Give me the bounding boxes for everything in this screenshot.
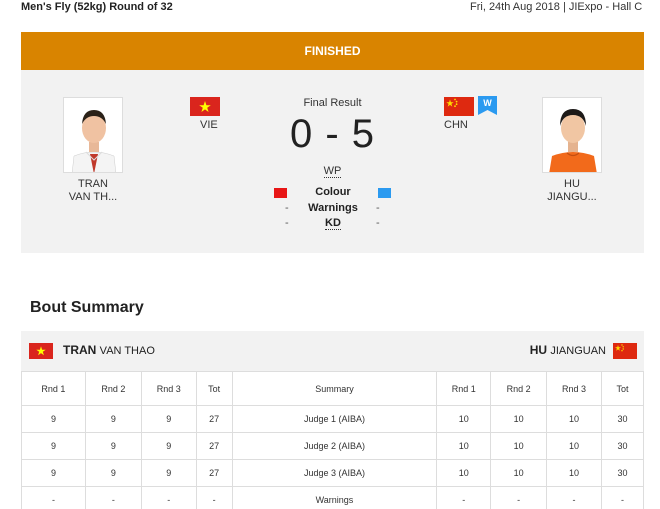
table-cell: 9 [21, 459, 86, 487]
status-label: FINISHED [304, 44, 361, 58]
left-fighter-surname: TRAN [63, 343, 97, 357]
table-cell: 27 [195, 432, 233, 460]
table-cell: 10 [436, 405, 492, 433]
left-athlete-name-line2: VAN TH... [68, 191, 118, 203]
result-method-text: WP [323, 165, 342, 178]
table-row: - - - - Warnings - - - - [21, 486, 645, 509]
winner-badge-label: W [483, 98, 492, 108]
table-cell: - [84, 486, 142, 509]
table-cell: 9 [21, 432, 86, 460]
status-banner: FINISHED [21, 32, 644, 70]
right-fighter-fullname: HU JIANGUAN [530, 343, 606, 357]
right-athlete-name-line2: JIANGU... [547, 191, 597, 203]
col-header: Tot [195, 371, 233, 406]
bout-summary-table: Rnd 1 Rnd 2 Rnd 3 Tot Summary Rnd 1 Rnd … [21, 371, 645, 509]
table-cell: 9 [21, 405, 86, 433]
col-header: Rnd 1 [21, 371, 86, 406]
right-athlete-photo[interactable] [542, 97, 602, 173]
table-cell: 27 [195, 459, 233, 487]
left-athlete-name-line1: TRAN [78, 178, 108, 190]
table-cell: - [140, 486, 197, 509]
right-athlete-name: HU JIANGU... [532, 178, 612, 204]
table-cell: 30 [600, 459, 645, 487]
result-panel: TRAN VAN TH... VIE Final Result 0 - 5 WP… [21, 70, 644, 253]
col-header: Rnd 3 [140, 371, 197, 406]
col-header: Summary [231, 371, 438, 406]
table-cell-summary: Judge 2 (AIBA) [231, 432, 438, 460]
vietnam-flag-icon-small [29, 343, 53, 359]
right-country-code: CHN [444, 119, 468, 131]
legend-label-kd[interactable]: KD [283, 217, 383, 230]
china-flag-icon [444, 97, 474, 116]
legend-label-kd-text: KD [325, 217, 341, 230]
table-cell: - [195, 486, 233, 509]
table-cell: - [490, 486, 548, 509]
left-athlete-name: TRAN VAN TH... [53, 178, 133, 204]
table-cell: 9 [84, 432, 142, 460]
table-cell: 27 [195, 405, 233, 433]
table-cell: 9 [84, 405, 142, 433]
table-cell: - [600, 486, 645, 509]
col-header: Rnd 2 [490, 371, 548, 406]
table-row: 9 9 9 27 Judge 3 (AIBA) 10 10 10 30 [21, 459, 645, 487]
legend-right-warnings: - [376, 202, 380, 214]
table-cell: 9 [84, 459, 142, 487]
legend-label-warnings: Warnings [308, 202, 358, 214]
table-cell: - [21, 486, 86, 509]
table-cell: 10 [490, 459, 548, 487]
winner-badge: W [478, 96, 497, 115]
legend-label-colour: Colour [315, 186, 351, 198]
right-fighter-surname: HU [529, 343, 548, 357]
table-cell-summary: Warnings [231, 486, 438, 509]
legend-right-kd: - [376, 217, 380, 229]
col-header: Rnd 3 [546, 371, 602, 406]
table-cell: 9 [140, 459, 197, 487]
table-cell: 9 [140, 432, 197, 460]
table-row: 9 9 9 27 Judge 2 (AIBA) 10 10 10 30 [21, 432, 645, 460]
left-fighter-given: VAN THAO [99, 345, 155, 357]
table-cell: 10 [436, 459, 492, 487]
table-row: 9 9 9 27 Judge 1 (AIBA) 10 10 10 30 [21, 405, 645, 433]
table-cell: - [546, 486, 602, 509]
table-cell: - [436, 486, 492, 509]
table-cell-summary: Judge 3 (AIBA) [231, 459, 438, 487]
right-fighter-given: JIANGUAN [550, 345, 606, 357]
top-bar: Men's Fly (52kg) Round of 32 Fri, 24th A… [0, 0, 660, 16]
bout-summary-title: Bout Summary [30, 299, 144, 316]
table-cell: 10 [490, 405, 548, 433]
event-meta: Fri, 24th Aug 2018 | JIExpo - Hall C [470, 1, 643, 13]
right-athlete-name-line1: HU [564, 178, 580, 190]
table-cell: 9 [140, 405, 197, 433]
table-header-row: Rnd 1 Rnd 2 Rnd 3 Tot Summary Rnd 1 Rnd … [21, 371, 645, 406]
table-cell: 10 [546, 459, 602, 487]
table-cell: 10 [546, 405, 602, 433]
table-cell-summary: Judge 1 (AIBA) [231, 405, 438, 433]
table-cell: 30 [600, 432, 645, 460]
table-cell: 10 [490, 432, 548, 460]
bout-summary-header: TRAN VAN THAO HU JIANGUAN [21, 331, 644, 371]
col-header: Rnd 1 [436, 371, 492, 406]
left-fighter-fullname: TRAN VAN THAO [63, 343, 155, 357]
col-header: Tot [600, 371, 645, 406]
col-header: Rnd 2 [84, 371, 142, 406]
china-flag-icon-small [613, 343, 637, 359]
table-cell: 30 [600, 405, 645, 433]
table-cell: 10 [436, 432, 492, 460]
event-title: Men's Fly (52kg) Round of 32 [21, 1, 173, 13]
table-cell: 10 [546, 432, 602, 460]
